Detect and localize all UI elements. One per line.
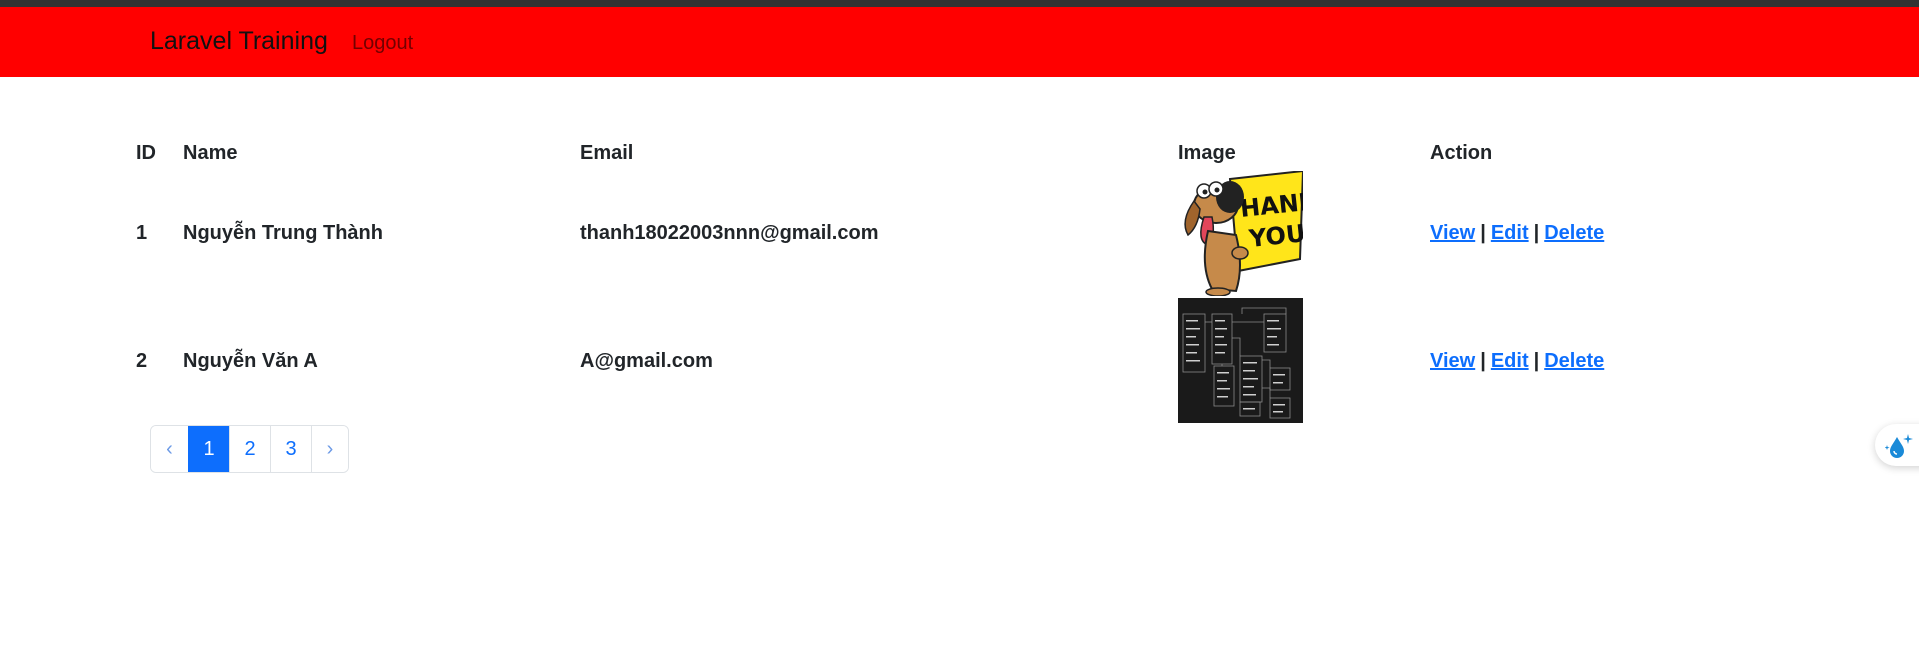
action-separator: |	[1480, 222, 1486, 244]
header-image: Image	[1178, 142, 1236, 164]
header-action: Action	[1430, 142, 1493, 164]
cell-email: thanh18022003nnn@gmail.com	[580, 222, 879, 244]
cell-id: 1	[136, 222, 148, 244]
browser-top-strip	[0, 0, 1919, 7]
delete-link[interactable]: Delete	[1544, 222, 1604, 244]
water-drop-sparkle-icon	[1885, 434, 1913, 458]
cell-email: A@gmail.com	[580, 350, 713, 372]
logout-link[interactable]: Logout	[352, 32, 413, 55]
action-separator: |	[1533, 222, 1540, 244]
header-email: Email	[580, 142, 634, 164]
pagination-next[interactable]: ›	[311, 426, 348, 472]
pagination: ‹ 1 2 3 ›	[150, 425, 349, 473]
row-actions: View | Edit | Delete	[1430, 222, 1604, 245]
action-separator: |	[1533, 350, 1540, 372]
header-name: Name	[183, 142, 238, 164]
cell-id: 2	[136, 350, 148, 372]
diagram-thumbnail-image	[1178, 298, 1303, 423]
view-link[interactable]: View	[1430, 350, 1475, 372]
floating-widget-button[interactable]	[1875, 424, 1919, 466]
edit-link[interactable]: Edit	[1491, 222, 1529, 244]
cell-name: Nguyễn Trung Thành	[183, 222, 383, 244]
pagination-prev[interactable]: ‹	[151, 426, 188, 472]
header-id: ID	[136, 142, 156, 164]
delete-link[interactable]: Delete	[1544, 350, 1604, 372]
navbar: Laravel Training Logout	[0, 7, 1919, 77]
action-separator: |	[1480, 350, 1486, 372]
pagination-page-3[interactable]: 3	[270, 426, 311, 472]
edit-link[interactable]: Edit	[1491, 350, 1529, 372]
pagination-page-1[interactable]: 1	[188, 426, 229, 472]
cell-name: Nguyễn Văn A	[183, 350, 318, 372]
thank-you-dog-image: HANK YOU!	[1178, 169, 1320, 297]
navbar-brand[interactable]: Laravel Training	[150, 27, 328, 56]
pagination-page-2[interactable]: 2	[229, 426, 270, 472]
row-actions: View | Edit | Delete	[1430, 350, 1604, 373]
view-link[interactable]: View	[1430, 222, 1475, 244]
